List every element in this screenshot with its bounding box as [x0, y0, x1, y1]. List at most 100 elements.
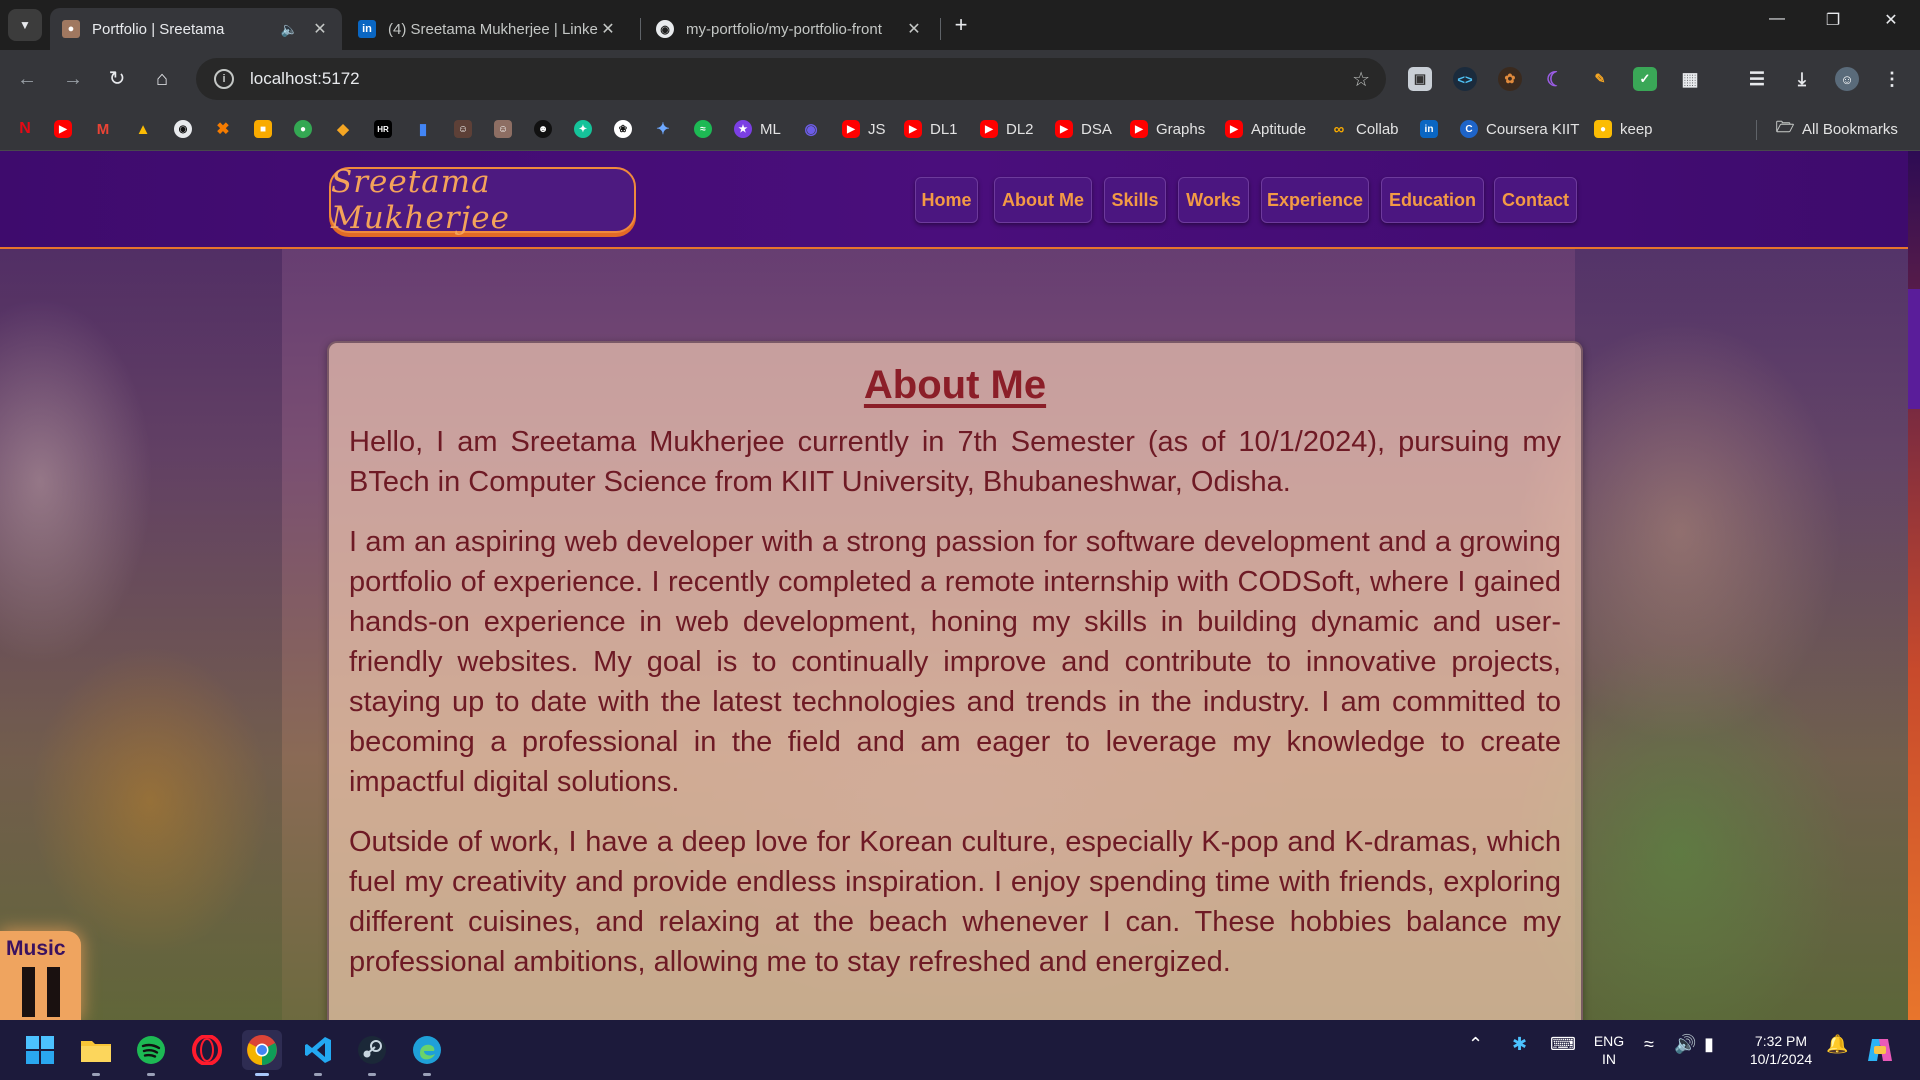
keyboard-icon[interactable]: ⌨	[1550, 1034, 1576, 1055]
bookmark-linkedin[interactable]: in	[1420, 117, 1438, 141]
vscode-button[interactable]	[298, 1030, 338, 1076]
moon-extension-icon[interactable]: ☾	[1543, 67, 1567, 91]
bookmark-grammarly[interactable]: ✦	[574, 117, 592, 141]
shield-extension-icon[interactable]: ✓	[1633, 67, 1657, 91]
tab-search-button[interactable]: ▼	[8, 9, 42, 41]
file-explorer-button[interactable]	[76, 1030, 116, 1076]
notifications-bell-icon[interactable]: 🔔	[1826, 1034, 1848, 1055]
input-language[interactable]: ENG IN	[1592, 1032, 1626, 1068]
nav-experience[interactable]: Experience	[1261, 177, 1369, 223]
edge-button[interactable]	[407, 1030, 447, 1076]
bookmark-chatgpt[interactable]: ❀	[614, 117, 632, 141]
nav-education[interactable]: Education	[1381, 177, 1484, 223]
speaker-icon[interactable]: 🔈	[281, 21, 298, 38]
profile-avatar-icon[interactable]: ☺	[1835, 67, 1859, 91]
browser-toolbar: ← → ↻ ⌂ i localhost:5172 ☆ ▣ <> ✿ ☾ ✎ ✓ …	[0, 50, 1920, 108]
minimize-icon[interactable]: —	[1762, 10, 1792, 28]
bookmark-analytics[interactable]: ▮	[414, 117, 432, 141]
start-button[interactable]	[20, 1030, 60, 1070]
bookmark-netflix[interactable]: N	[16, 117, 34, 141]
bookmark-collab[interactable]: ∞ Collab	[1330, 117, 1399, 141]
scrollbar-thumb[interactable]	[1908, 289, 1920, 409]
nav-home[interactable]: Home	[915, 177, 978, 223]
bookmark-eye[interactable]: ◉	[802, 117, 820, 141]
puzzle-extensions-icon[interactable]: ▦	[1678, 67, 1702, 91]
battery-icon[interactable]: ▮	[1704, 1034, 1714, 1055]
bookmark-gemini[interactable]: ✦	[654, 117, 672, 141]
back-arrow-icon[interactable]: ←	[12, 64, 42, 94]
pen-extension-icon[interactable]: ✎	[1588, 67, 1612, 91]
close-tab-icon[interactable]: ✕	[310, 19, 330, 39]
url-text[interactable]: localhost:5172	[250, 69, 360, 89]
bookmark-dl2[interactable]: ▶ DL2	[980, 117, 1034, 141]
bookmark-git[interactable]: ◆	[334, 117, 352, 141]
netflix-icon: N	[19, 120, 31, 137]
site-logo[interactable]: Sreetama Mukherjee	[329, 164, 636, 236]
show-hidden-icons-chevron[interactable]: ⌃	[1468, 1034, 1483, 1055]
bookmark-spotify[interactable]: ≈	[694, 117, 712, 141]
bookmark-star-icon[interactable]: ☆	[1352, 67, 1370, 92]
bookmark-emoji[interactable]: ☻	[534, 117, 552, 141]
bookmark-keep[interactable]: ● keep	[1594, 117, 1653, 141]
download-icon[interactable]: ⤓	[1790, 67, 1814, 91]
bookmark-profile-2[interactable]: ☺	[494, 117, 512, 141]
nav-contact[interactable]: Contact	[1494, 177, 1577, 223]
cookie-extension-icon[interactable]: ✿	[1498, 67, 1522, 91]
forward-arrow-icon[interactable]: →	[58, 64, 88, 94]
new-tab-button[interactable]: +	[948, 12, 974, 38]
nav-skills[interactable]: Skills	[1104, 177, 1166, 223]
opera-button[interactable]	[187, 1030, 227, 1070]
home-icon[interactable]: ⌂	[147, 64, 177, 94]
bookmark-js[interactable]: ▶ JS	[842, 117, 886, 141]
avatar-icon: ☺	[454, 120, 472, 138]
bookmark-dsa[interactable]: ▶ DSA	[1055, 117, 1112, 141]
bluetooth-icon[interactable]: ✱	[1512, 1034, 1527, 1055]
bookmark-drive[interactable]: ▲	[134, 117, 152, 141]
bookmark-label: ML	[760, 120, 781, 138]
site-info-icon[interactable]: i	[214, 69, 234, 89]
bookmark-github[interactable]: ◉	[174, 117, 192, 141]
bookmark-hackerrank[interactable]: HR	[374, 117, 392, 141]
gemini-icon: ✦	[656, 121, 670, 138]
nav-about-me[interactable]: About Me	[994, 177, 1092, 223]
extension-icon[interactable]: ▣	[1408, 67, 1432, 91]
bookmark-aptitude[interactable]: ▶ Aptitude	[1225, 117, 1306, 141]
bookmark-graphs[interactable]: ▶ Graphs	[1130, 117, 1205, 141]
bookmark-coursera[interactable]: C Coursera KIIT	[1460, 117, 1579, 141]
bookmark-dl1[interactable]: ▶ DL1	[904, 117, 958, 141]
close-tab-icon[interactable]: ✕	[598, 19, 618, 39]
wifi-icon[interactable]: ≈	[1644, 1034, 1654, 1055]
page-scrollbar[interactable]	[1908, 151, 1920, 1020]
address-bar[interactable]: i localhost:5172 ☆	[196, 58, 1386, 100]
spotify-button[interactable]	[131, 1030, 171, 1076]
bookmark-classroom[interactable]: ■	[254, 117, 272, 141]
drive-icon: ▲	[135, 120, 151, 138]
bookmark-colab[interactable]: ●	[294, 117, 312, 141]
clock[interactable]: 7:32 PM 10/1/2024	[1740, 1032, 1822, 1068]
code-extension-icon[interactable]: <>	[1453, 67, 1477, 91]
bookmark-youtube[interactable]: ▶	[54, 117, 72, 141]
close-window-icon[interactable]: ✕	[1876, 10, 1906, 30]
tab-title: Portfolio | Sreetama	[92, 20, 225, 38]
steam-button[interactable]	[352, 1030, 392, 1076]
all-bookmarks[interactable]: 🗁 All Bookmarks	[1776, 117, 1898, 141]
bookmark-gmail[interactable]: M	[94, 117, 112, 141]
bookmark-x[interactable]: ✖	[214, 117, 232, 141]
tab-github[interactable]: ◉ my-portfolio/my-portfolio-front ✕	[644, 8, 936, 50]
portfolio-favicon-icon: ●	[62, 20, 80, 38]
copilot-button[interactable]	[1860, 1030, 1900, 1070]
chrome-button[interactable]	[242, 1030, 282, 1076]
reload-icon[interactable]: ↻	[102, 64, 132, 94]
tab-portfolio[interactable]: ● Portfolio | Sreetama 🔈 ✕	[50, 8, 342, 50]
music-toggle-button[interactable]: Music	[0, 931, 81, 1020]
media-control-icon[interactable]: ☰	[1745, 67, 1769, 91]
close-tab-icon[interactable]: ✕	[904, 19, 924, 39]
volume-icon[interactable]: 🔊	[1674, 1034, 1696, 1055]
bookmark-ml[interactable]: ★ ML	[734, 117, 781, 141]
nav-works[interactable]: Works	[1178, 177, 1249, 223]
bookmark-profile-1[interactable]: ☺	[454, 117, 472, 141]
restore-icon[interactable]: ❐	[1818, 10, 1848, 30]
avatar-icon: ☺	[494, 120, 512, 138]
menu-kebab-icon[interactable]: ⋮	[1880, 67, 1904, 91]
tab-linkedin[interactable]: in (4) Sreetama Mukherjee | Linked ✕	[346, 8, 630, 50]
